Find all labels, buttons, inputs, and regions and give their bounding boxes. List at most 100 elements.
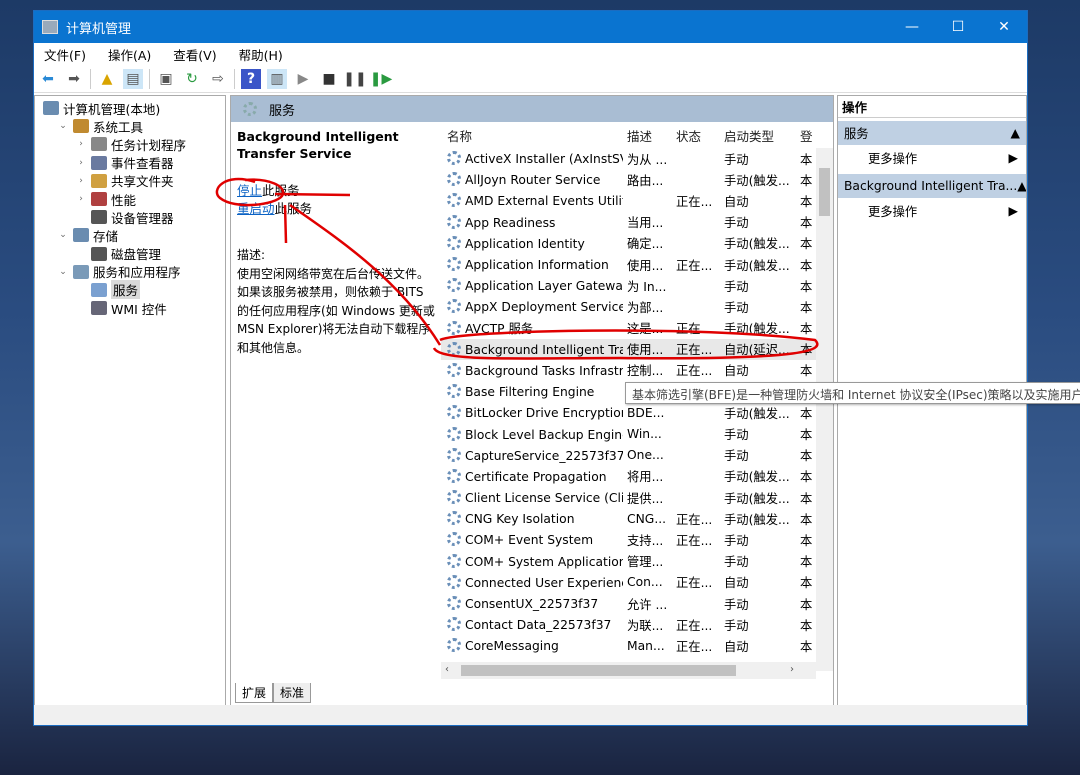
more-actions-bits[interactable]: 更多操作 ▶: [838, 198, 1026, 224]
expand-arrow-icon[interactable]: ⌄: [57, 267, 69, 277]
service-gear-icon: [447, 321, 461, 336]
service-row[interactable]: Client License Service (Clip... 提供... 手动(触…: [441, 487, 833, 508]
pause-icon[interactable]: ❚❚: [343, 69, 366, 89]
service-row[interactable]: CoreMessaging Man... 正在... 自动 本: [441, 635, 833, 656]
tree-item[interactable]: › 任务计划程序: [35, 135, 225, 153]
expand-arrow-icon[interactable]: ›: [75, 158, 87, 168]
menu-view[interactable]: 查看(V): [167, 45, 216, 64]
service-cell: 本: [800, 597, 813, 612]
console-icon[interactable]: ▥: [267, 68, 287, 89]
up-icon[interactable]: ▲: [97, 69, 117, 89]
service-gear-icon: [447, 638, 461, 653]
properties-icon[interactable]: ▣: [156, 69, 176, 89]
collapse-icon[interactable]: ▲: [1011, 126, 1020, 140]
service-row[interactable]: COM+ System Application 管理... 手动 本: [441, 551, 833, 572]
tree-item-label: 服务和应用程序: [93, 265, 181, 281]
resume-icon[interactable]: ❚▶: [370, 69, 393, 89]
tree-item[interactable]: 磁盘管理: [35, 245, 225, 263]
service-row[interactable]: Certificate Propagation 将用... 手动(触发... 本: [441, 466, 833, 487]
tree-item[interactable]: › 共享文件夹: [35, 172, 225, 190]
minimize-button[interactable]: —: [889, 11, 935, 43]
service-name: AppX Deployment Service ...: [465, 300, 623, 315]
service-row[interactable]: BitLocker Drive Encryption ... BDE... 手动(触…: [441, 402, 833, 423]
service-row[interactable]: Application Layer Gateway ... 为 In... 手动 本: [441, 275, 833, 296]
service-row[interactable]: COM+ Event System 支持... 正在... 手动 本: [441, 529, 833, 550]
service-name: Application Layer Gateway ...: [465, 279, 623, 294]
column-status[interactable]: 状态: [672, 126, 720, 145]
service-row[interactable]: App Readiness 当用... 手动 本: [441, 212, 833, 233]
service-row[interactable]: Application Identity 确定... 手动(触发... 本: [441, 233, 833, 254]
column-description[interactable]: 描述: [623, 126, 672, 145]
tab-extended[interactable]: 扩展: [235, 683, 274, 703]
stop-icon[interactable]: ■: [319, 69, 339, 89]
service-row[interactable]: Background Tasks Infrastru... 控制... 正在... 自…: [441, 360, 833, 381]
tree-item[interactable]: › 性能: [35, 190, 225, 208]
column-name[interactable]: 名称: [441, 126, 623, 145]
help-icon[interactable]: ?: [241, 68, 261, 89]
tree-item[interactable]: ⌄ 存储: [35, 226, 225, 244]
forward-icon[interactable]: ➡: [64, 69, 84, 89]
more-actions-services[interactable]: 更多操作 ▶: [838, 145, 1026, 171]
collapse-icon[interactable]: ▲: [1017, 179, 1026, 193]
horizontal-scrollbar[interactable]: ‹ ›: [441, 662, 816, 679]
service-row[interactable]: AVCTP 服务 这是... 正在... 手动(触发... 本: [441, 318, 833, 339]
service-gear-icon: [447, 257, 461, 272]
menu-help[interactable]: 帮助(H): [233, 45, 283, 64]
menu-action[interactable]: 操作(A): [102, 45, 151, 64]
service-row[interactable]: AppX Deployment Service ... 为部... 手动 本: [441, 296, 833, 317]
tree-item[interactable]: 服务: [35, 280, 225, 300]
tree-item[interactable]: ⌄ 系统工具: [35, 117, 225, 135]
service-row[interactable]: CNG Key Isolation CNG... 正在... 手动(触发... 本: [441, 508, 833, 529]
service-row[interactable]: Contact Data_22573f37 为联... 正在... 手动 本: [441, 614, 833, 635]
vertical-scrollbar[interactable]: [816, 148, 833, 671]
tree-item[interactable]: ⌄ 服务和应用程序: [35, 263, 225, 281]
export-icon[interactable]: ⇨: [208, 69, 228, 89]
service-cell: 本: [800, 258, 813, 273]
actions-section-bits[interactable]: Background Intelligent Tra... ▲: [838, 174, 1026, 198]
service-row[interactable]: Block Level Backup Engine ... Win... 手动 本: [441, 423, 833, 444]
service-row[interactable]: ActiveX Installer (AxInstSV) 为从 ... 手动 本: [441, 148, 833, 169]
maximize-button[interactable]: ☐: [935, 11, 981, 43]
service-row[interactable]: Application Information 使用... 正在... 手动(触发..…: [441, 254, 833, 275]
tree-item-label: 共享文件夹: [111, 174, 174, 190]
tree-node-icon: [91, 301, 107, 316]
tab-standard[interactable]: 标准: [273, 683, 312, 703]
menu-file[interactable]: 文件(F): [38, 45, 86, 64]
service-cell: 将用...: [627, 470, 664, 485]
stop-service-link[interactable]: 停止: [237, 183, 262, 198]
refresh-icon[interactable]: ↻: [182, 69, 202, 89]
restart-service-link[interactable]: 重启动: [237, 201, 275, 216]
actions-section-services[interactable]: 服务 ▲: [838, 121, 1026, 145]
tree-item-label: 设备管理器: [111, 210, 174, 226]
back-icon[interactable]: ⬅: [38, 69, 58, 89]
expand-arrow-icon[interactable]: ⌄: [57, 121, 69, 131]
show-tree-icon[interactable]: ▤: [123, 68, 143, 89]
column-startup-type[interactable]: 启动类型: [720, 126, 796, 145]
column-logon[interactable]: 登: [796, 126, 814, 145]
service-row[interactable]: CaptureService_22573f37 One... 手动 本: [441, 445, 833, 466]
tree-item[interactable]: › 事件查看器: [35, 154, 225, 172]
tree-item[interactable]: 计算机管理(本地): [35, 99, 225, 117]
tree-item[interactable]: 设备管理器: [35, 208, 225, 226]
service-cell: 提供...: [627, 491, 664, 506]
expand-arrow-icon[interactable]: ›: [75, 139, 87, 149]
service-row[interactable]: Background Intelligent Tra... 使用... 正在... 自…: [441, 338, 833, 360]
service-row[interactable]: AllJoyn Router Service 路由... 手动(触发... 本: [441, 169, 833, 190]
close-button[interactable]: ✕: [981, 11, 1027, 43]
expand-arrow-icon[interactable]: ›: [75, 176, 87, 186]
service-cell: 这是...: [627, 322, 664, 337]
start-icon[interactable]: ▶: [293, 69, 313, 89]
tree-item-label: 服务: [111, 280, 141, 300]
more-actions-label: 更多操作: [868, 205, 918, 219]
service-cell: 手动(触发...: [724, 173, 790, 188]
expand-arrow-icon[interactable]: ⌄: [57, 230, 69, 240]
service-row[interactable]: ConsentUX_22573f37 允许 ... 手动 本: [441, 593, 833, 614]
expand-arrow-icon[interactable]: ›: [75, 194, 87, 204]
service-cell: 当用...: [627, 216, 664, 231]
status-bar: [34, 705, 1027, 725]
tree-item[interactable]: WMI 控件: [35, 299, 225, 317]
service-row[interactable]: Connected User Experienc... Con... 正在... 自动…: [441, 572, 833, 593]
service-gear-icon: [447, 172, 461, 187]
service-gear-icon: [447, 151, 461, 166]
service-row[interactable]: AMD External Events Utility 正在... 自动 本: [441, 190, 833, 211]
